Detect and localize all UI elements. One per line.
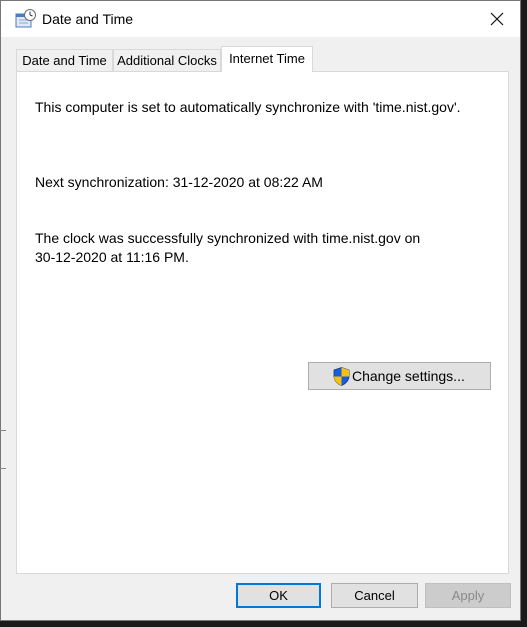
- last-sync-text-line1: The clock was successfully synchronized …: [35, 230, 421, 246]
- next-sync-text: Next synchronization: 31-12-2020 at 08:2…: [35, 174, 323, 190]
- internet-time-panel: This computer is set to automatically sy…: [16, 71, 509, 574]
- tab-internet-time[interactable]: Internet Time: [221, 46, 313, 72]
- change-settings-label: Change settings...: [352, 368, 465, 384]
- close-icon: [490, 12, 504, 26]
- tab-date-and-time[interactable]: Date and Time: [16, 49, 113, 71]
- sync-status-text: This computer is set to automatically sy…: [35, 99, 461, 115]
- last-sync-text-line2: 30-12-2020 at 11:16 PM.: [35, 249, 189, 265]
- apply-button[interactable]: Apply: [425, 583, 511, 608]
- cancel-button[interactable]: Cancel: [331, 583, 418, 608]
- edge-divider: [0, 468, 6, 469]
- date-time-icon: [15, 9, 37, 29]
- title-bar: Date and Time: [1, 1, 520, 37]
- uac-shield-icon: [333, 367, 350, 386]
- edge-divider: [0, 430, 6, 431]
- window-title: Date and Time: [42, 11, 134, 27]
- close-button[interactable]: [474, 1, 520, 37]
- ok-button[interactable]: OK: [236, 583, 321, 608]
- tab-additional-clocks[interactable]: Additional Clocks: [113, 49, 221, 71]
- date-time-dialog: Date and Time Date and Time Additional C…: [0, 0, 521, 621]
- change-settings-button[interactable]: Change settings...: [308, 362, 491, 390]
